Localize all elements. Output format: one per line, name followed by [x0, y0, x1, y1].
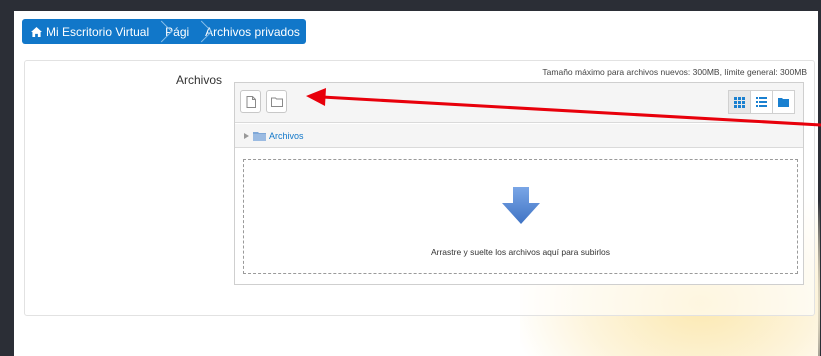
path-folder-link[interactable]: Archivos: [269, 131, 304, 141]
breadcrumb-label: Archivos privados: [205, 24, 300, 39]
arrow-down-icon: [502, 187, 540, 224]
drop-zone-instructions: Arrastre y suelte los archivos aquí para…: [430, 247, 611, 257]
window-frame-top: [0, 0, 821, 11]
file-icon: [246, 95, 256, 108]
breadcrumb: Mi Escritorio Virtual Pági Archivos priv…: [22, 19, 306, 44]
list-icon: [756, 97, 767, 107]
file-drop-zone[interactable]: Arrastre y suelte los archivos aquí para…: [243, 159, 798, 274]
breadcrumb-label: Mi Escritorio Virtual: [46, 24, 150, 39]
folder-path-bar: Archivos: [235, 124, 803, 148]
view-icons-button[interactable]: [728, 90, 751, 114]
max-size-info: Tamaño máximo para archivos nuevos: 300M…: [542, 67, 807, 77]
tree-folder-icon: [778, 98, 789, 107]
home-icon: [31, 26, 42, 37]
add-file-button[interactable]: [240, 90, 261, 113]
view-list-button[interactable]: [750, 90, 773, 114]
grid-icon: [734, 96, 745, 108]
file-manager: Archivos Arrastre y suelte los archivos …: [234, 82, 804, 285]
expand-arrow-icon[interactable]: [244, 132, 249, 139]
create-folder-button[interactable]: [266, 90, 287, 113]
folder-icon: [270, 97, 283, 107]
folder-icon: [253, 131, 266, 141]
file-manager-toolbar: [235, 83, 803, 123]
view-mode-toggle: [728, 90, 795, 114]
window-frame-left: [0, 0, 14, 356]
breadcrumb-item-home[interactable]: Mi Escritorio Virtual: [22, 19, 157, 44]
field-label: Archivos: [176, 73, 223, 87]
breadcrumb-item-current: Archivos privados: [197, 19, 308, 44]
view-tree-button[interactable]: [772, 90, 795, 114]
